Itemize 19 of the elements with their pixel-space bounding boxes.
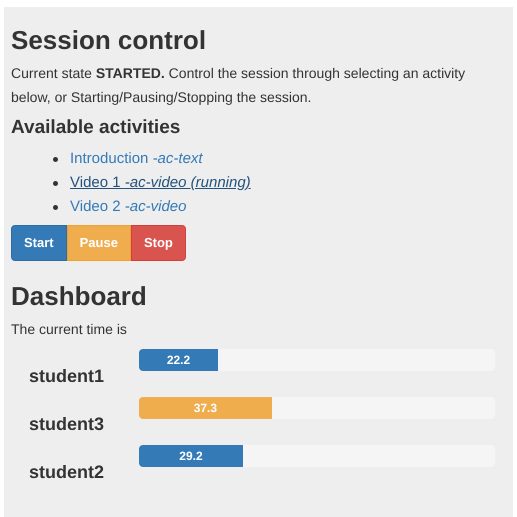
progress-fill: 22.2	[139, 349, 218, 371]
bullet-icon	[53, 180, 58, 186]
bullet-icon	[53, 204, 58, 210]
student-name: student2	[28, 461, 106, 484]
state-description: Current state STARTED. Control the session through selecting an activity below, or Starting/Pausing/Stopping the session.	[11, 64, 466, 107]
activity-link[interactable]: Video 1 -ac-video (running)	[70, 171, 251, 195]
bullet-icon	[53, 156, 58, 162]
section-heading: Session control	[11, 24, 208, 57]
activity-link[interactable]: Introduction -ac-text	[70, 147, 203, 171]
progress-fill: 37.3	[139, 397, 272, 419]
session-button[interactable]: Stop	[130, 225, 186, 261]
student-name: student3	[28, 413, 106, 436]
activity-link[interactable]: Video 2 -ac-video	[70, 195, 186, 219]
section-heading: Dashboard	[11, 280, 148, 313]
time-text: The current time is	[11, 320, 128, 339]
activities-heading: Available activities	[11, 116, 182, 140]
progress-fill: 29.2	[139, 445, 243, 467]
student-name: student1	[28, 365, 106, 388]
session-button[interactable]: Start	[11, 225, 67, 261]
